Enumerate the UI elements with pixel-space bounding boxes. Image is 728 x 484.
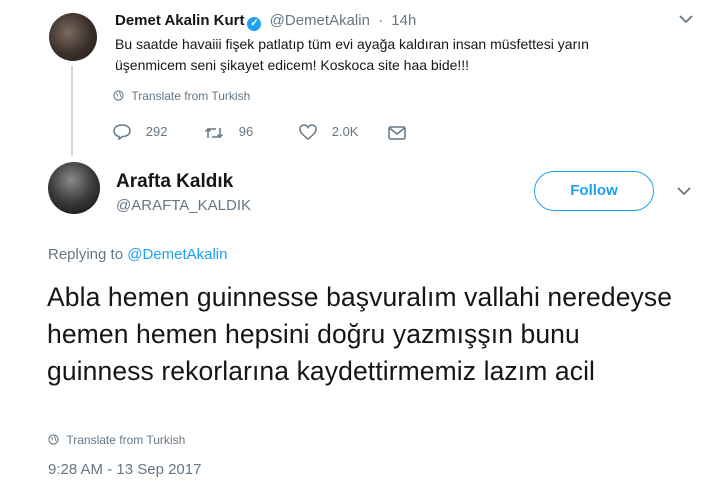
verified-badge-icon: ✓ <box>247 17 262 31</box>
direct-message-button[interactable] <box>388 123 416 143</box>
globe-icon <box>48 433 62 447</box>
reply-icon <box>113 123 136 142</box>
tweet-age[interactable]: 14h <box>391 12 416 29</box>
thread-connector-line <box>71 66 73 156</box>
reply-count: 292 <box>145 124 168 139</box>
replying-prefix: Replying to <box>48 246 124 263</box>
replying-to: Replying to @DemetAkalin <box>48 246 227 263</box>
author-name[interactable]: Demet Akalin Kurt <box>115 12 244 29</box>
translate-link[interactable]: Translate from Turkish <box>48 433 185 447</box>
translate-link[interactable]: Translate from Turkish <box>113 89 250 103</box>
retweet-count: 96 <box>238 124 254 139</box>
avatar-demet-akalin[interactable] <box>49 13 97 61</box>
replying-to-mention[interactable]: @DemetAkalin <box>127 246 227 263</box>
translate-label: Translate from Turkish <box>66 433 186 447</box>
author-handle[interactable]: @DemetAkalin <box>270 12 370 29</box>
tweet-header: Demet Akalin Kurt ✓ @DemetAkalin · 14h <box>115 12 416 31</box>
translate-label: Translate from Turkish <box>131 89 251 103</box>
reply-button[interactable]: 292 <box>113 123 167 143</box>
follow-button[interactable]: Follow <box>534 171 654 211</box>
envelope-icon <box>388 123 406 142</box>
globe-icon <box>113 89 127 103</box>
chevron-down-icon[interactable] <box>677 180 691 201</box>
chevron-down-icon[interactable] <box>679 8 693 29</box>
retweet-button[interactable]: 96 <box>204 123 253 143</box>
retweet-icon <box>204 123 229 142</box>
tweet-text: Abla hemen guinnesse başvuralım vallahi … <box>47 282 673 386</box>
avatar-arafta-kaldik[interactable] <box>48 162 100 214</box>
separator-dot: · <box>378 12 384 29</box>
author-name[interactable]: Arafta Kaldık <box>116 171 233 193</box>
tweet-actions: 292 96 2.0K <box>113 123 413 143</box>
like-button[interactable]: 2.0K <box>299 123 358 143</box>
tweet-timestamp[interactable]: 9:28 AM - 13 Sep 2017 <box>48 461 201 478</box>
author-handle[interactable]: @ARAFTA_KALDIK <box>116 197 251 214</box>
tweet-text: Bu saatde havaiii fişek patlatıp tüm evi… <box>115 36 589 73</box>
like-count: 2.0K <box>331 124 359 139</box>
heart-icon <box>299 123 322 142</box>
